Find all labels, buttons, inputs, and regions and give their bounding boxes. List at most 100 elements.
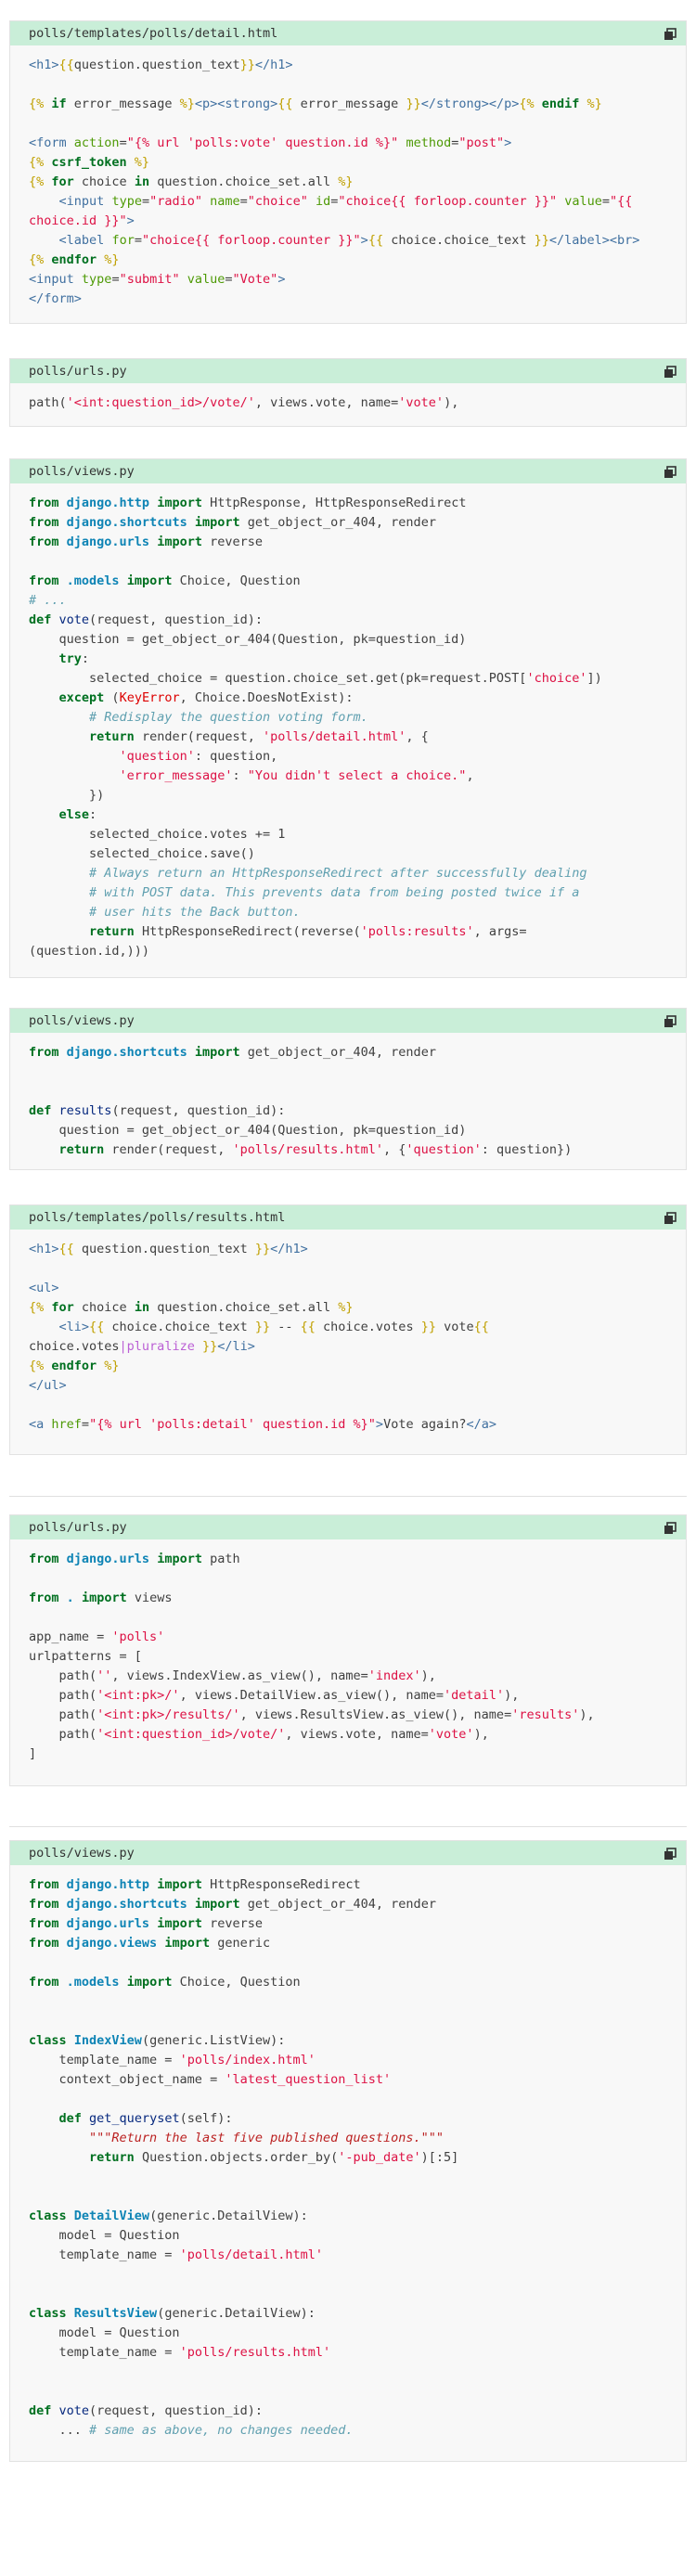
copy-icon[interactable] [664, 1211, 677, 1224]
code-line: <ul> [29, 1281, 59, 1295]
code-line: question = get_object_or_404(Question, p… [29, 1123, 467, 1138]
code-line: <a href="{% url 'polls:detail' question.… [29, 1417, 496, 1432]
code-line: # user hits the Back button. [89, 905, 301, 920]
code-line: selected_choice.votes += 1 [29, 827, 286, 842]
copy-icon[interactable] [664, 365, 677, 378]
code-line: from django.shortcuts import get_object_… [29, 1045, 436, 1060]
code-line: path('<int:pk>/', views.DetailView.as_vi… [29, 1688, 520, 1703]
code-block-filename: polls/views.py [29, 1013, 135, 1028]
code-line: <li>{{ choice.choice_text }} -- {{ choic… [58, 1320, 489, 1334]
code-line: {% endfor %} [29, 1359, 120, 1373]
code-line: from .models import Choice, Question [29, 573, 301, 588]
code-line: from django.views import generic [29, 1936, 271, 1951]
code-line: context_object_name = 'latest_question_l… [29, 2072, 392, 2087]
code-line: try: [58, 651, 90, 666]
code-line: {% for choice in question.choice_set.all… [29, 1300, 354, 1315]
code-content: path('<int:question_id>/vote/', views.vo… [10, 383, 686, 413]
code-block-views-py-results: polls/views.py from django.shortcuts imp… [9, 1008, 687, 1170]
code-line: path('', views.IndexView.as_view(), name… [29, 1668, 436, 1683]
section-divider [9, 1496, 687, 1497]
code-line: class IndexView(generic.ListView): [29, 2033, 286, 2048]
code-line: from django.urls import reverse [29, 535, 264, 549]
code-block-urls-py-full: polls/urls.py from django.urls import pa… [9, 1514, 687, 1786]
code-block-header: polls/views.py [10, 1009, 686, 1033]
code-block-filename: polls/templates/polls/results.html [29, 1210, 286, 1225]
code-line: 'question': question, [119, 749, 278, 764]
code-line: selected_choice = question.choice_set.ge… [29, 671, 602, 686]
code-line: from django.http import HttpResponse, Ht… [29, 496, 467, 510]
code-line: path('<int:pk>/results/', views.ResultsV… [29, 1707, 595, 1722]
code-block-header: polls/views.py [10, 1841, 686, 1865]
code-line: # with POST data. This prevents data fro… [89, 885, 580, 900]
code-line: model = Question [29, 2228, 180, 2243]
code-line: from django.urls import reverse [29, 1916, 264, 1931]
code-line: <label for="choice{{ forloop.counter }}"… [58, 233, 640, 248]
copy-icon[interactable] [664, 27, 677, 40]
code-line: def results(request, question_id): [29, 1103, 286, 1118]
copy-icon[interactable] [664, 1847, 677, 1860]
code-block-filename: polls/views.py [29, 464, 135, 479]
code-line: class ResultsView(generic.DetailView): [29, 2306, 316, 2321]
code-line: return HttpResponseRedirect(reverse('pol… [89, 924, 527, 939]
code-line: return Question.objects.order_by('-pub_d… [89, 2150, 459, 2165]
code-line: else: [58, 807, 97, 822]
code-line: selected_choice.save() [29, 846, 255, 861]
code-line: choice.votes|pluralize }}</li> [29, 1339, 255, 1354]
code-block-urls-py-vote: polls/urls.py path('<int:question_id>/vo… [9, 358, 687, 427]
code-content: from django.shortcuts import get_object_… [10, 1033, 686, 1160]
code-line: # Always return an HttpResponseRedirect … [89, 866, 587, 881]
code-line: template_name = 'polls/index.html' [29, 2053, 316, 2067]
code-line: <h1>{{ question.question_text }}</h1> [29, 1242, 308, 1256]
code-line: choice.id }}"> [29, 213, 135, 228]
code-line: path('<int:question_id>/vote/', views.vo… [29, 395, 459, 410]
code-line: question = get_object_or_404(Question, p… [29, 632, 467, 647]
code-line: {% if error_message %}<p><strong>{{ erro… [29, 97, 602, 111]
code-line: # ... [29, 593, 67, 608]
code-line: from . import views [29, 1591, 173, 1605]
code-block-header: polls/templates/polls/detail.html [10, 21, 686, 45]
copy-icon[interactable] [664, 1014, 677, 1027]
code-line: {% csrf_token %} [29, 155, 150, 170]
code-line: (question.id,))) [29, 944, 150, 959]
code-line: from django.urls import path [29, 1552, 240, 1566]
code-line: return render(request, 'polls/detail.htm… [89, 729, 429, 744]
code-line: from django.shortcuts import get_object_… [29, 1897, 436, 1912]
code-line: app_name = 'polls' [29, 1629, 165, 1644]
code-line: model = Question [29, 2325, 180, 2340]
code-line: template_name = 'polls/results.html' [29, 2345, 331, 2360]
code-line: # Redisplay the question voting form. [89, 710, 368, 725]
code-content: <h1>{{ question.question_text }}</h1> <u… [10, 1230, 686, 1435]
code-content: from django.http import HttpResponseRedi… [10, 1865, 686, 2441]
code-line: </ul> [29, 1378, 67, 1393]
code-line: {% endfor %} [29, 252, 120, 267]
code-block-filename: polls/urls.py [29, 364, 127, 379]
code-line: except (KeyError, Choice.DoesNotExist): [58, 690, 354, 705]
code-content: from django.http import HttpResponse, Ht… [10, 483, 686, 961]
code-line: path('<int:question_id>/vote/', views.vo… [29, 1727, 489, 1742]
copy-icon[interactable] [664, 1521, 677, 1534]
code-line: urlpatterns = [ [29, 1649, 142, 1664]
code-line: def get_queryset(self): [58, 2111, 233, 2126]
code-line: {% for choice in question.choice_set.all… [29, 174, 354, 189]
code-line: def vote(request, question_id): [29, 612, 263, 627]
code-block-results-html: polls/templates/polls/results.html <h1>{… [9, 1204, 687, 1455]
code-line: <input type="submit" value="Vote"> [29, 272, 286, 287]
code-block-detail-html: polls/templates/polls/detail.html <h1>{{… [9, 20, 687, 324]
code-line: 'error_message': "You didn't select a ch… [119, 768, 474, 783]
code-block-views-py-generic: polls/views.py from django.http import H… [9, 1840, 687, 2462]
code-line: from django.http import HttpResponseRedi… [29, 1877, 361, 1892]
code-block-header: polls/views.py [10, 459, 686, 483]
copy-icon[interactable] [664, 465, 677, 478]
